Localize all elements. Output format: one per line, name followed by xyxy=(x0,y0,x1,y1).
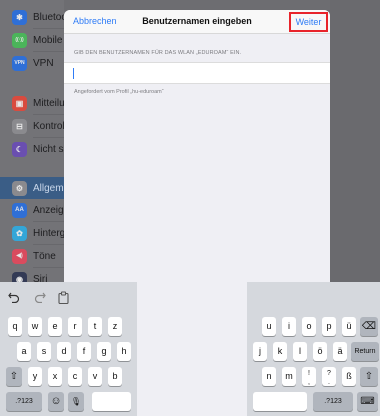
vpn-icon: VPN xyxy=(12,55,27,71)
key-d[interactable]: d xyxy=(57,342,71,361)
space-key-left[interactable] xyxy=(92,392,131,411)
key-x[interactable]: x xyxy=(48,367,62,386)
section-header: GIB DEN BENUTZERNAMEN FÜR DAS WLAN „EDUR… xyxy=(74,50,242,56)
key-i[interactable]: i xyxy=(282,317,296,336)
key-u[interactable]: u xyxy=(262,317,276,336)
username-field[interactable] xyxy=(64,62,330,84)
emoji-key[interactable]: ☺ xyxy=(48,392,64,411)
key-w[interactable]: w xyxy=(28,317,42,336)
numbers-key-right[interactable]: .?123 xyxy=(313,392,353,411)
dialog-navigation-bar: Benutzernamen eingeben Abbrechen Weiter xyxy=(64,10,330,34)
key-primary-glyph: ! xyxy=(308,370,310,377)
shift-key-right[interactable]: ⇧ xyxy=(360,367,378,386)
sidebar-item-label: Hinterg xyxy=(33,227,64,239)
key-j[interactable]: j xyxy=(253,342,267,361)
sidebar-item-label: Allgeme xyxy=(33,182,64,194)
sidebar-item-display[interactable]: AA Anzeig xyxy=(0,199,64,221)
key-g[interactable]: g xyxy=(97,342,111,361)
paste-icon[interactable] xyxy=(58,291,69,304)
wallpaper-icon: ✿ xyxy=(12,225,27,241)
key-l[interactable]: l xyxy=(293,342,307,361)
control-center-icon: ⊟ xyxy=(12,118,27,134)
sidebar-item-label: Mobile xyxy=(33,34,63,46)
key-y[interactable]: y xyxy=(28,367,42,386)
keyboard-left-half: q w e r t z a s d f g h ⇧ y x c v b .?12… xyxy=(0,282,137,416)
redo-icon[interactable] xyxy=(34,292,46,303)
hide-keyboard-key[interactable]: ⌨ xyxy=(357,392,378,411)
key-m[interactable]: m xyxy=(282,367,296,386)
key-z[interactable]: z xyxy=(108,317,122,336)
key-v[interactable]: v xyxy=(88,367,102,386)
backspace-key[interactable]: ⌫ xyxy=(360,317,378,336)
sidebar-item-sounds[interactable]: ◀) Töne xyxy=(0,245,64,267)
key-u-umlaut[interactable]: ü xyxy=(342,317,356,336)
key-secondary-glyph: . xyxy=(328,379,330,386)
sidebar-item-label: Töne xyxy=(33,250,56,262)
key-secondary-glyph: , xyxy=(308,379,310,386)
sidebar-item-control-center[interactable]: ⊟ Kontrol xyxy=(0,115,64,137)
key-a-umlaut[interactable]: ä xyxy=(333,342,347,361)
microphone-key[interactable]: 🎙 xyxy=(68,392,84,411)
key-o[interactable]: o xyxy=(302,317,316,336)
display-icon: AA xyxy=(12,202,27,218)
key-h[interactable]: h xyxy=(117,342,131,361)
key-s[interactable]: s xyxy=(37,342,51,361)
sidebar-item-do-not-disturb[interactable]: ☾ Nicht s xyxy=(0,138,64,160)
key-o-umlaut[interactable]: ö xyxy=(313,342,327,361)
cellular-icon: ((·)) xyxy=(12,32,27,48)
return-key[interactable]: Return xyxy=(351,342,379,361)
sidebar-item-wallpaper[interactable]: ✿ Hinterg xyxy=(0,222,64,244)
sidebar-item-label: Anzeig xyxy=(33,204,64,216)
sidebar-item-vpn[interactable]: VPN VPN xyxy=(0,52,64,74)
key-p[interactable]: p xyxy=(322,317,336,336)
sidebar-item-bluetooth[interactable]: ✱ Bluetoo xyxy=(0,6,64,28)
space-key-right[interactable] xyxy=(253,392,307,411)
undo-icon[interactable] xyxy=(8,292,20,303)
key-eszett[interactable]: ß xyxy=(342,367,356,386)
sidebar-item-label: VPN xyxy=(33,57,54,69)
do-not-disturb-icon: ☾ xyxy=(12,141,27,157)
sidebar-item-mobile[interactable]: ((·)) Mobile xyxy=(0,29,64,51)
text-caret xyxy=(73,68,74,79)
key-k[interactable]: k xyxy=(273,342,287,361)
key-a[interactable]: a xyxy=(17,342,31,361)
shift-key[interactable]: ⇧ xyxy=(6,367,22,386)
key-exclamation-comma[interactable]: ! , xyxy=(302,367,316,386)
key-q[interactable]: q xyxy=(8,317,22,336)
sounds-icon: ◀) xyxy=(12,248,27,264)
sidebar-item-label: Kontrol xyxy=(33,120,64,132)
next-button[interactable]: Weiter xyxy=(289,12,328,32)
key-f[interactable]: f xyxy=(77,342,91,361)
key-primary-glyph: ? xyxy=(327,370,331,377)
notifications-icon: ▣ xyxy=(12,95,27,111)
key-t[interactable]: t xyxy=(88,317,102,336)
sidebar-item-label: Bluetoo xyxy=(33,11,64,23)
keyboard-right-half: u i o p ü ⌫ j k l ö ä Return n m ! , ? .… xyxy=(247,282,380,416)
profile-note: Angefordert vom Profil „hu-eduroam“ xyxy=(74,89,164,95)
numbers-key[interactable]: .?123 xyxy=(6,392,42,411)
gear-icon: ⚙ xyxy=(12,180,27,196)
key-r[interactable]: r xyxy=(68,317,82,336)
key-e[interactable]: e xyxy=(48,317,62,336)
sidebar-item-label: Nicht s xyxy=(33,143,64,155)
sidebar-item-label: Mitteilu xyxy=(33,97,64,109)
key-c[interactable]: c xyxy=(68,367,82,386)
key-b[interactable]: b xyxy=(108,367,122,386)
key-n[interactable]: n xyxy=(262,367,276,386)
sidebar-item-notifications[interactable]: ▣ Mitteilu xyxy=(0,92,64,114)
key-question-period[interactable]: ? . xyxy=(322,367,336,386)
bluetooth-icon: ✱ xyxy=(12,9,27,25)
cancel-button[interactable]: Abbrechen xyxy=(73,16,117,26)
sidebar-item-general[interactable]: ⚙ Allgeme xyxy=(0,177,64,199)
